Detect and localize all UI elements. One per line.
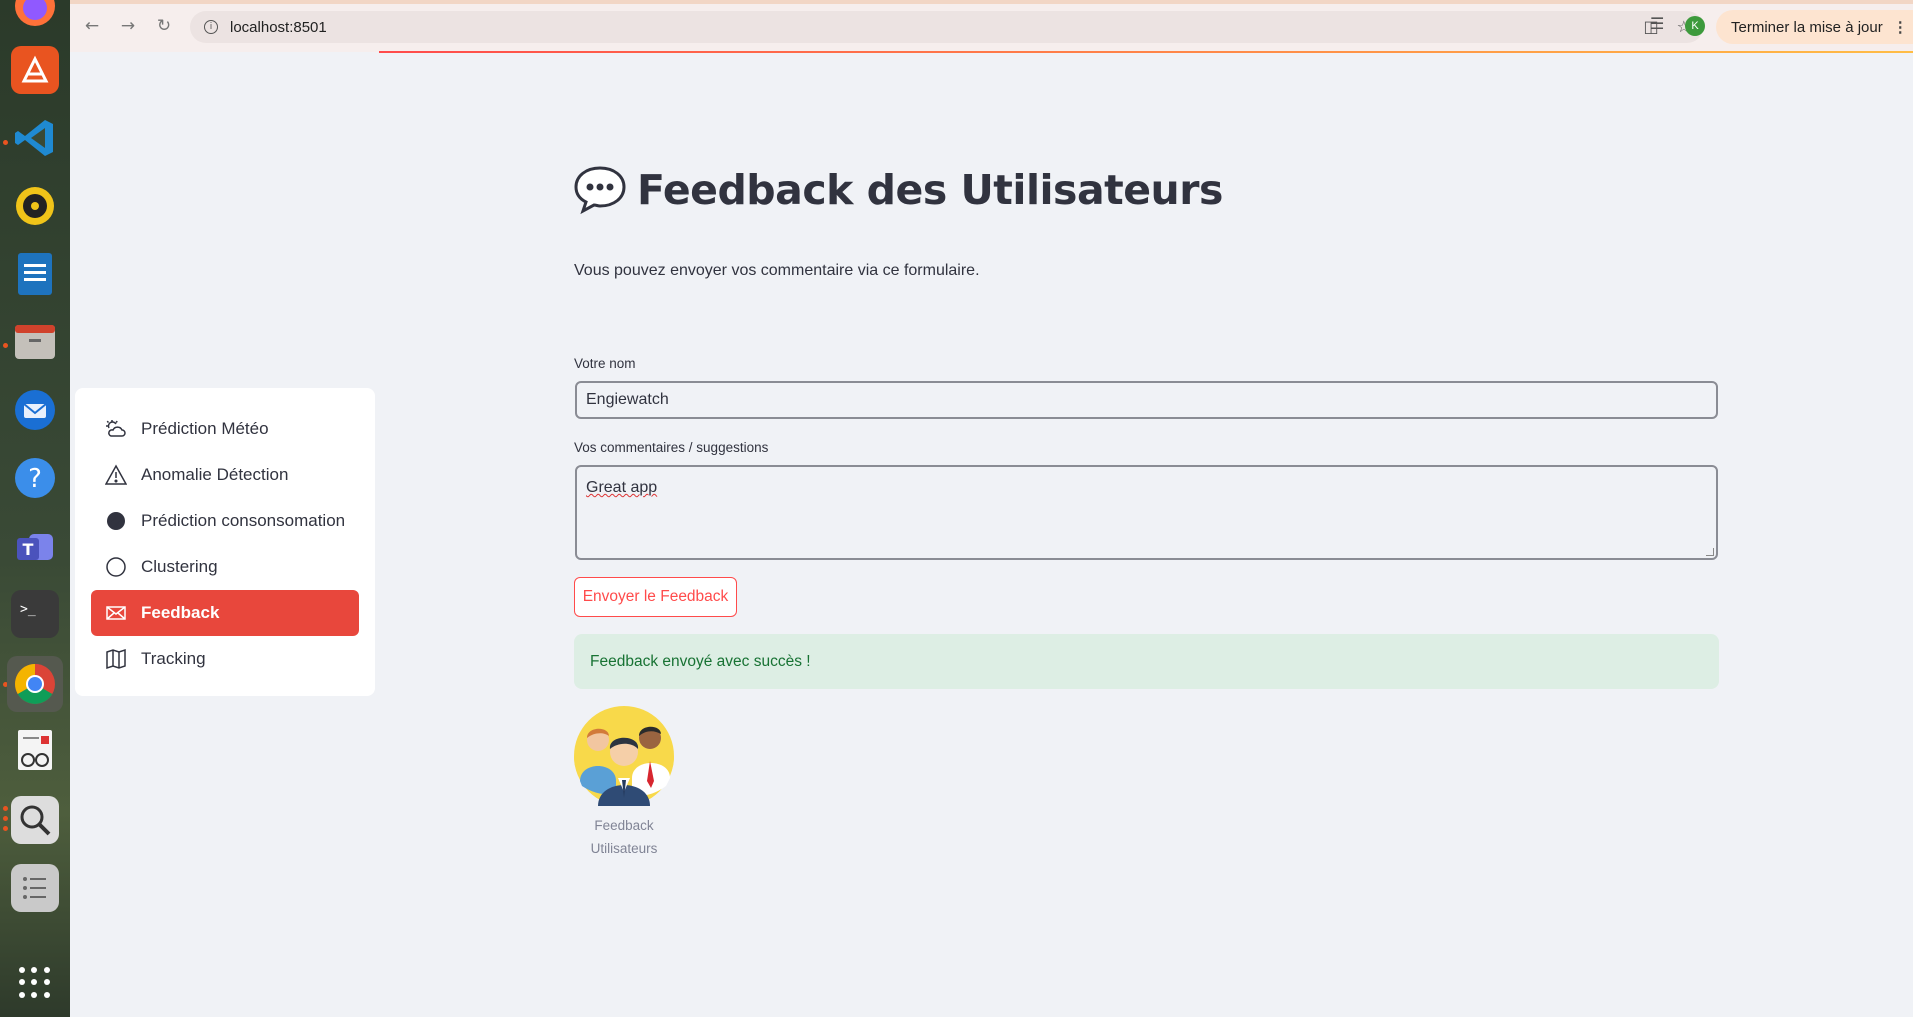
feedback-users-image: [574, 706, 674, 806]
envelope-icon: [105, 602, 127, 624]
thunderbird-icon[interactable]: [11, 386, 59, 434]
media-controls-icon[interactable]: ☰: [1650, 14, 1664, 33]
success-alert: Feedback envoyé avec succès !: [574, 634, 1719, 689]
sidebar-item-prediction-consommation[interactable]: Prédiction consonsomation: [91, 498, 359, 544]
sidebar-item-label: Feedback: [141, 603, 220, 622]
sidebar-item-anomalie-detection[interactable]: Anomalie Détection: [91, 452, 359, 498]
sidebar-item-prediction-meteo[interactable]: Prédiction Météo: [91, 406, 359, 452]
writer-icon[interactable]: [11, 250, 59, 298]
url-text[interactable]: localhost:8501: [230, 19, 327, 36]
rhythmbox-icon[interactable]: [11, 182, 59, 230]
update-button[interactable]: Terminer la mise à jour ⋮: [1716, 10, 1913, 44]
sidebar-item-label: Prédiction Météo: [141, 419, 269, 438]
ubuntu-software-icon[interactable]: [11, 46, 59, 94]
back-icon[interactable]: ←: [80, 14, 104, 38]
forward-icon[interactable]: →: [116, 14, 140, 38]
text-editor-icon[interactable]: [11, 864, 59, 912]
comments-textarea[interactable]: Great app: [575, 465, 1718, 560]
browser-toolbar: ← → ↻ i localhost:8501 ◫ ☆ ☰ K Terminer …: [70, 0, 1913, 52]
name-label: Votre nom: [574, 356, 636, 371]
resize-handle[interactable]: [1706, 548, 1714, 556]
sidebar-item-clustering[interactable]: Clustering: [91, 544, 359, 590]
document-viewer-icon[interactable]: [11, 726, 59, 774]
image-caption: Feedback Utilisateurs: [574, 814, 674, 860]
address-bar[interactable]: i localhost:8501 ◫ ☆: [190, 11, 1703, 43]
help-icon[interactable]: ?: [11, 454, 59, 502]
sidebar-item-label: Clustering: [141, 557, 218, 576]
reload-icon[interactable]: ↻: [152, 14, 176, 38]
submit-feedback-button[interactable]: Envoyer le Feedback: [574, 577, 737, 617]
warning-triangle-icon: [105, 464, 127, 486]
terminal-icon[interactable]: >_: [11, 590, 59, 638]
teams-icon[interactable]: T: [11, 522, 59, 570]
map-icon: [105, 648, 127, 670]
profile-avatar[interactable]: K: [1685, 16, 1705, 36]
update-button-label: Terminer la mise à jour: [1731, 18, 1883, 36]
svg-text:?: ?: [28, 464, 42, 494]
page-top-decoration: [379, 51, 1913, 53]
chrome-icon[interactable]: [7, 656, 63, 712]
sidebar-nav: Prédiction Météo Anomalie Détection Préd…: [75, 388, 375, 696]
firefox-icon[interactable]: [11, 0, 59, 30]
name-input-value: Engiewatch: [586, 391, 669, 408]
apps-grid-icon[interactable]: [19, 967, 51, 999]
tab-strip: [70, 0, 1913, 4]
lightning-circle-icon: [105, 510, 127, 532]
cloud-sun-icon: [105, 418, 127, 440]
menu-kebab-icon[interactable]: ⋮: [1893, 18, 1908, 36]
intro-text: Vous pouvez envoyer vos commentaire via …: [574, 262, 980, 279]
name-input[interactable]: Engiewatch: [575, 381, 1718, 419]
circle-icon: [105, 556, 127, 578]
svg-text:T: T: [23, 540, 34, 559]
sidebar-item-label: Prédiction consonsomation: [141, 511, 346, 530]
speech-bubble-icon: [574, 166, 626, 215]
page-title: Feedback des Utilisateurs: [573, 165, 1223, 215]
sidebar-item-label: Anomalie Détection: [141, 465, 289, 484]
ubuntu-dock: ? T >_: [0, 0, 70, 1017]
search-icon[interactable]: [11, 796, 59, 844]
image-caption-line2: Utilisateurs: [590, 841, 658, 856]
page-title-text: Feedback des Utilisateurs: [637, 166, 1223, 214]
vscode-icon[interactable]: [11, 114, 59, 162]
sidebar-item-feedback[interactable]: Feedback: [91, 590, 359, 636]
site-info-icon[interactable]: i: [204, 20, 218, 34]
svg-text:>_: >_: [20, 602, 36, 617]
comments-label: Vos commentaires / suggestions: [574, 440, 769, 455]
sidebar-item-label: Tracking: [141, 649, 206, 668]
comments-textarea-value: Great app: [586, 479, 658, 496]
files-icon[interactable]: [11, 318, 59, 366]
image-caption-line1: Feedback: [594, 818, 654, 833]
sidebar-item-tracking[interactable]: Tracking: [91, 636, 359, 682]
